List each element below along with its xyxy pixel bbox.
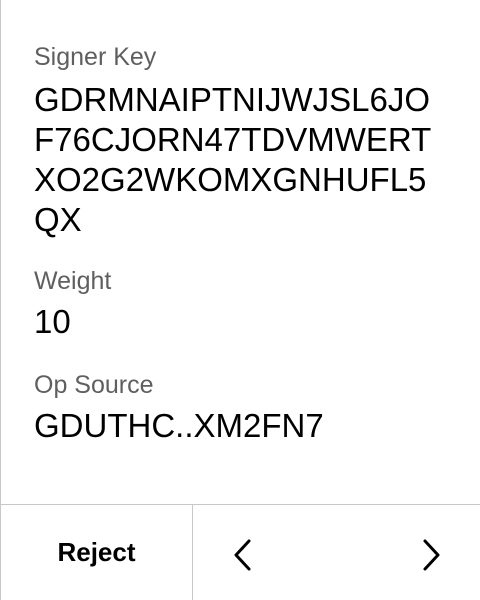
device-screen: Signer Key GDRMNAIPTNIJWJSL6JOF76CJORN47… (0, 0, 480, 600)
signer-key-field: Signer Key GDRMNAIPTNIJWJSL6JOF76CJORN47… (34, 40, 444, 240)
op-source-field: Op Source GDUTHC..XM2FN7 (34, 368, 324, 446)
action-footer: Reject (1, 504, 480, 600)
weight-value: 10 (34, 303, 71, 340)
signer-key-value: GDRMNAIPTNIJWJSL6JOF76CJORN47TDVMWERTXO2… (34, 81, 432, 238)
chevron-right-icon (423, 539, 440, 571)
op-source-label: Op Source (34, 371, 154, 399)
navigation-controls (193, 505, 480, 600)
signer-key-label: Signer Key (34, 43, 157, 71)
previous-button[interactable] (223, 535, 263, 575)
op-source-value: GDUTHC..XM2FN7 (34, 407, 324, 444)
chevron-left-icon (234, 539, 251, 571)
next-button[interactable] (411, 535, 451, 575)
weight-field: Weight 10 (34, 264, 111, 342)
reject-button[interactable]: Reject (1, 505, 193, 600)
weight-label: Weight (34, 267, 112, 295)
